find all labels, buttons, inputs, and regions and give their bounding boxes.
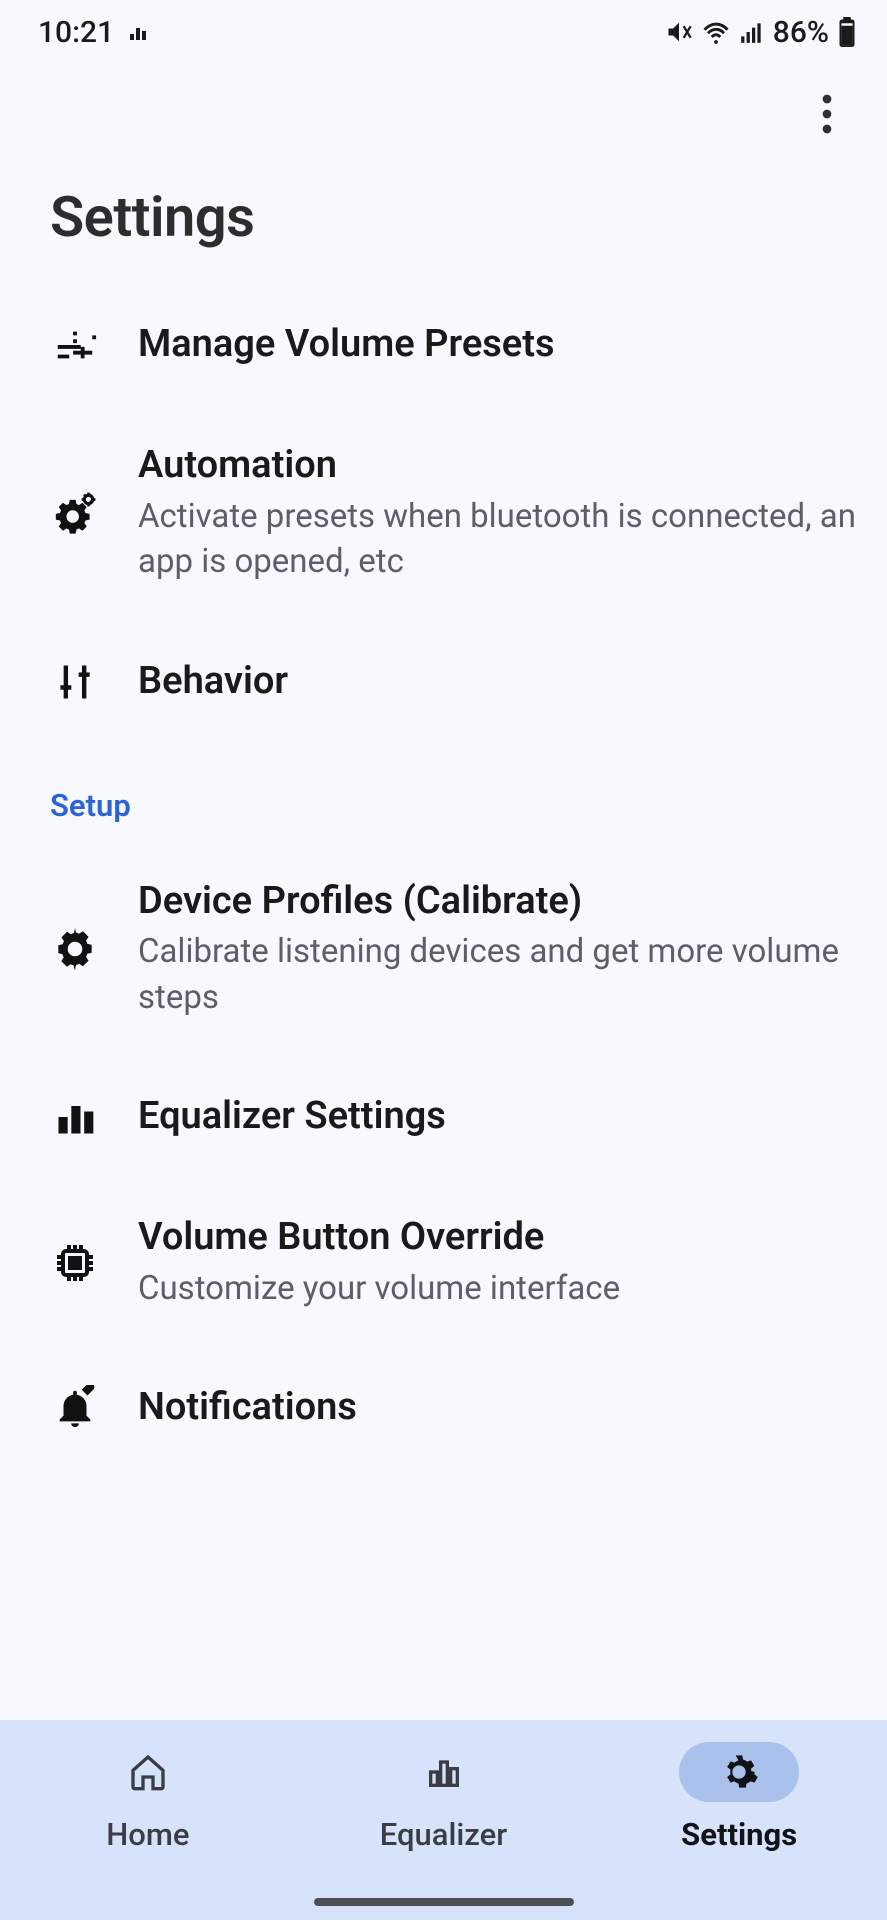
bell-edit-icon [50,1383,100,1433]
home-indicator[interactable] [314,1898,574,1906]
nav-label: Home [106,1816,189,1853]
nav-label: Equalizer [380,1816,507,1853]
tune-icon [50,320,100,370]
nav-home[interactable]: Home [0,1742,296,1853]
item-title: Volume Button Override [138,1214,857,1262]
nav-settings[interactable]: Settings [591,1742,887,1853]
item-title: Behavior [138,658,857,706]
status-bar: 10:21 86% [0,0,887,64]
mute-icon [665,18,693,46]
item-manage-volume-presets[interactable]: Manage Volume Presets [0,284,887,406]
chip-icon [50,1238,100,1288]
item-title: Notifications [138,1384,857,1432]
signal-small-icon [126,20,150,44]
item-equalizer-settings[interactable]: Equalizer Settings [0,1056,887,1178]
page-title: Settings [0,164,887,284]
nav-label: Settings [681,1816,797,1853]
bar-chart-icon [50,1092,100,1142]
more-vert-icon [821,94,833,134]
item-subtitle: Customize your volume interface [138,1266,857,1312]
item-title: Device Profiles (Calibrate) [138,878,857,926]
item-device-profiles[interactable]: Device Profiles (Calibrate) Calibrate li… [0,842,887,1057]
item-behavior[interactable]: Behavior [0,621,887,743]
item-subtitle: Calibrate listening devices and get more… [138,929,857,1020]
status-bar-left: 10:21 [38,15,150,50]
battery-pct: 86% [773,15,829,50]
cell-signal-icon [739,19,765,45]
nav-equalizer[interactable]: Equalizer [296,1742,592,1853]
battery-icon [837,17,857,47]
equalizer-bars-icon [424,1752,464,1792]
speaker-gear-icon [50,924,100,974]
sliders-vertical-icon [50,657,100,707]
overflow-menu-button[interactable] [803,90,851,138]
settings-list: Manage Volume Presets Automation Activat… [0,284,887,1469]
item-title: Equalizer Settings [138,1093,857,1141]
home-icon [128,1752,168,1792]
item-volume-button-override[interactable]: Volume Button Override Customize your vo… [0,1178,887,1347]
item-title: Automation [138,442,857,490]
gear-icon [719,1752,759,1792]
section-header-setup: Setup [0,743,887,842]
item-automation[interactable]: Automation Activate presets when bluetoo… [0,406,887,621]
item-notifications[interactable]: Notifications [0,1347,887,1469]
app-bar [0,64,887,164]
item-subtitle: Activate presets when bluetooth is conne… [138,494,857,585]
clock-text: 10:21 [38,15,114,50]
status-bar-right: 86% [665,15,857,50]
wifi-icon [701,17,731,47]
bottom-nav: Home Equalizer Settings [0,1720,887,1920]
gears-icon [50,488,100,538]
item-title: Manage Volume Presets [138,321,857,369]
